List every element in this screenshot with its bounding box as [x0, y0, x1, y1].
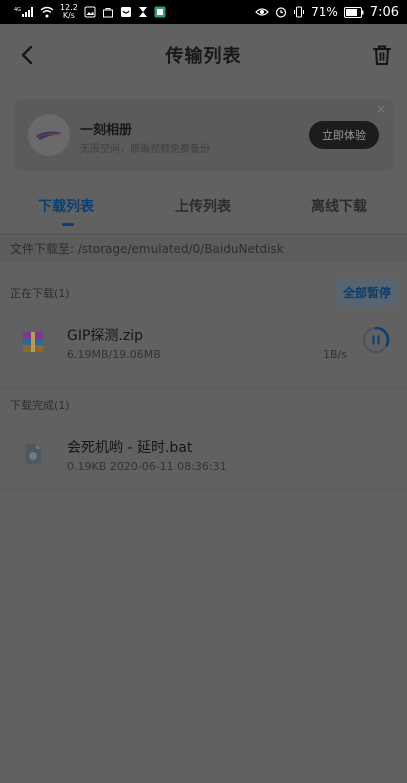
wifi-icon: [40, 6, 54, 18]
app-icon: [154, 6, 166, 18]
file-name: 会死机哟 - 延时.bat: [67, 440, 193, 456]
file-name: GIP探测.zip: [67, 328, 143, 344]
clock: 7:06: [369, 4, 399, 20]
promo-title: 一刻相册: [80, 123, 133, 138]
completed-item[interactable]: 会死机哟 - 延时.bat 0.19KB 2020-06-11 08:36:31: [0, 426, 407, 488]
gallery-icon: [84, 6, 96, 18]
header: 传输列表: [0, 24, 407, 86]
vibrate-icon: [293, 6, 305, 18]
chevron-left-icon: [21, 45, 33, 65]
tab-downloads[interactable]: 下载列表: [38, 196, 94, 216]
pause-icon: [372, 335, 375, 345]
file-size-progress: 6.19MB/19.06MB: [67, 348, 161, 361]
status-bar: 4G 12.2 K/s 71% 7:06: [0, 0, 407, 24]
tab-uploads[interactable]: 上传列表: [175, 196, 231, 216]
download-speed: 1B/s: [323, 348, 347, 361]
battery-percent: 71%: [311, 5, 338, 19]
page-title: 传输列表: [165, 46, 242, 67]
promo-subtitle: 无限空间，原画视频免费备份: [80, 144, 210, 155]
eye-icon: [255, 7, 269, 17]
download-path-row: 文件下载至: /storage/emulated/0/BaiduNetdisk: [0, 234, 407, 262]
zip-file-icon: [22, 331, 44, 353]
shopping-icon: [120, 6, 132, 18]
divider: [0, 387, 407, 388]
downloading-section-label: 正在下载(1): [10, 287, 70, 300]
promo-banner[interactable]: × 一刻相册 无限空间，原画视频免费备份 立即体验: [14, 99, 394, 171]
completed-section-label: 下载完成(1): [10, 399, 70, 412]
signal-icon: 4G: [14, 6, 34, 18]
bat-file-icon: [22, 443, 44, 465]
svg-text:4G: 4G: [14, 7, 21, 13]
alarm-icon: [275, 6, 287, 18]
transfer-list-page: 传输列表 × 一刻相册 无限空间，原画视频免费备份 立即体验 下载列表 上传列表…: [0, 24, 407, 783]
trash-icon: [373, 45, 391, 65]
promo-close-button[interactable]: ×: [376, 102, 386, 116]
promo-try-button[interactable]: 立即体验: [309, 121, 379, 149]
file-info: 0.19KB 2020-06-11 08:36:31: [67, 460, 227, 473]
pause-all-button[interactable]: 全部暂停: [337, 279, 397, 305]
battery-icon: [343, 6, 364, 18]
promo-app-logo: [28, 114, 70, 156]
network-speed: 12.2 K/s: [60, 3, 78, 20]
divider: [0, 489, 407, 490]
hourglass-icon: [138, 6, 148, 18]
tab-offline-downloads[interactable]: 离线下载: [311, 196, 367, 216]
tab-bar: 下载列表 上传列表 离线下载: [0, 196, 407, 230]
bag-icon: [102, 6, 114, 18]
download-path: 文件下载至: /storage/emulated/0/BaiduNetdisk: [10, 242, 284, 256]
tab-indicator: [62, 223, 74, 226]
pause-download-button[interactable]: [361, 325, 391, 355]
download-item[interactable]: GIP探测.zip 6.19MB/19.06MB 1B/s: [0, 314, 407, 376]
delete-button[interactable]: [369, 41, 395, 69]
back-button[interactable]: [14, 41, 40, 69]
